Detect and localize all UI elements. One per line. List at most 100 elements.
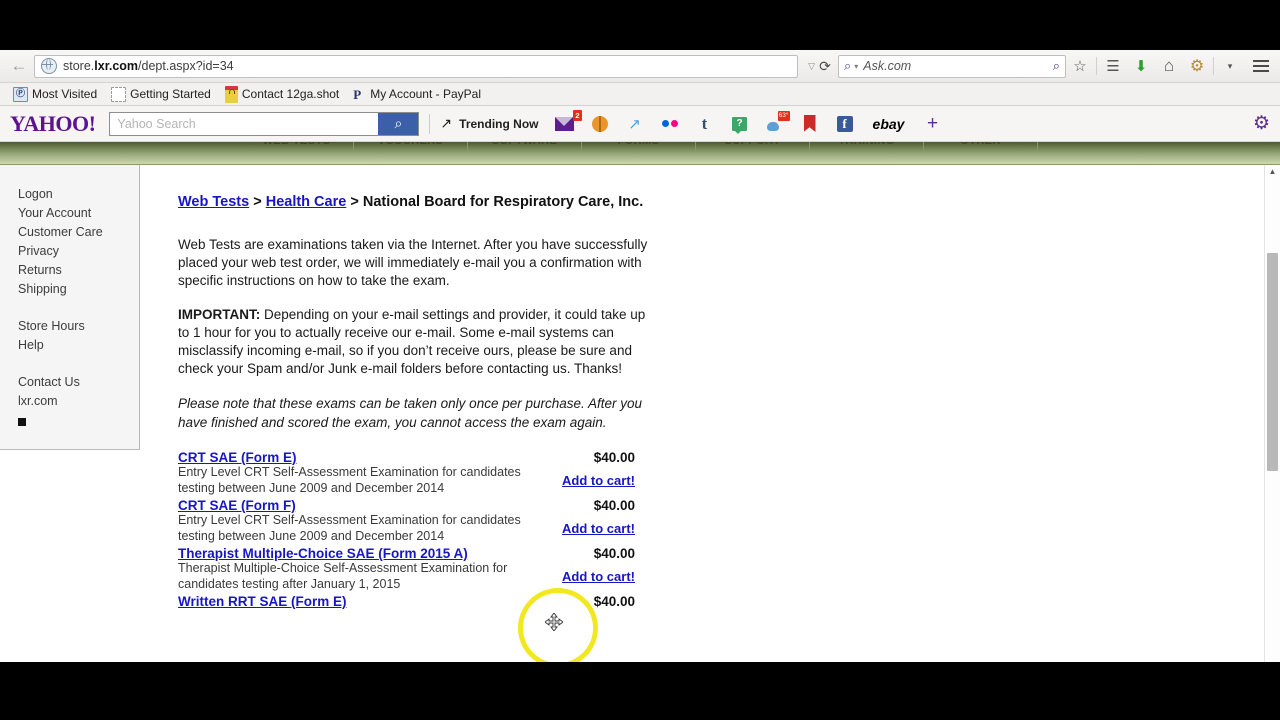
menu-hamburger-icon[interactable] (1248, 60, 1274, 72)
most-visited-icon: Ⓟ (13, 86, 28, 102)
add-to-cart-link[interactable]: Add to cart! (562, 521, 653, 536)
home-icon[interactable]: ⌂ (1155, 56, 1183, 76)
browser-toolbar: ← store.lxr.com/dept.aspx?id=34 ▽ ⟳ ⌕ ▾ … (0, 50, 1280, 83)
sidebar-item-lxr-com[interactable]: lxr.com (18, 392, 139, 411)
trending-now-label: Trending Now (459, 116, 539, 131)
sidebar-item-logon[interactable]: Logon (18, 185, 139, 204)
sidebar-item-your-account[interactable]: Your Account (18, 204, 139, 223)
product-link[interactable]: CRT SAE (Form E) (178, 450, 297, 465)
add-to-cart-link[interactable]: Add to cart! (562, 569, 653, 584)
sidebar-item-help[interactable]: Help (18, 336, 139, 355)
url-path: /dept.aspx?id=34 (138, 59, 234, 73)
toolbar-divider (1096, 57, 1097, 75)
bookmark-label: My Account - PayPal (370, 87, 481, 101)
product-link[interactable]: Written RRT SAE (Form E) (178, 594, 347, 609)
sidebar-item-shipping[interactable]: Shipping (18, 280, 139, 299)
important-label: IMPORTANT: (178, 307, 261, 322)
yahoo-search-button[interactable]: ⌕ (378, 112, 419, 135)
nav-item-training[interactable]: TRAINING (810, 142, 924, 152)
nav-item-other[interactable]: OTHER (924, 142, 1038, 152)
bookmark-star-icon[interactable]: ☆ (1066, 57, 1094, 75)
mail-badge: 2 (573, 109, 582, 121)
address-bar[interactable]: store.lxr.com/dept.aspx?id=34 (34, 54, 799, 78)
sidebar-item-contact-us[interactable]: Contact Us (18, 373, 139, 392)
product-item: CRT SAE (Form F) $40.00 Entry Level CRT … (178, 498, 653, 544)
downloads-icon[interactable]: ⬇ (1127, 57, 1155, 75)
ebay-icon[interactable]: ebay (870, 114, 908, 134)
yahoo-finance-icon[interactable]: ↗ (625, 114, 645, 134)
page-scrollbar[interactable]: ▲ (1264, 165, 1280, 662)
address-bar-url: store.lxr.com/dept.aspx?id=34 (63, 59, 234, 73)
yahoo-sports-icon[interactable] (590, 114, 610, 134)
yahoo-weather-icon[interactable]: 63° (765, 110, 790, 134)
breadcrumb-link-health-care[interactable]: Health Care (266, 194, 347, 210)
product-item: CRT SAE (Form E) $40.00 Entry Level CRT … (178, 450, 653, 496)
yahoo-divider (429, 113, 431, 134)
product-price: $40.00 (593, 498, 635, 513)
reload-button[interactable]: ⟳ (815, 58, 835, 75)
sidebar-item-customer-care[interactable]: Customer Care (18, 223, 139, 242)
tumblr-icon[interactable]: t (695, 114, 715, 134)
addon-gear-icon[interactable]: ⚙ (1183, 56, 1211, 76)
browser-window: ← store.lxr.com/dept.aspx?id=34 ▽ ⟳ ⌕ ▾ … (0, 50, 1280, 662)
bookmark-most-visited[interactable]: Ⓟ Most Visited (8, 86, 102, 102)
product-title-row: Therapist Multiple-Choice SAE (Form 2015… (178, 546, 653, 561)
product-item: Written RRT SAE (Form E) $40.00 (178, 594, 653, 609)
trend-line-icon: ↗ (440, 115, 453, 131)
globe-icon (41, 58, 57, 74)
product-price: $40.00 (593, 594, 635, 609)
breadcrumb-link-web-tests[interactable]: Web Tests (178, 194, 249, 210)
nav-item-vouchers[interactable]: VOUCHERS (354, 142, 468, 152)
bookmarks-bar: Ⓟ Most Visited Getting Started Contact 1… (0, 83, 1280, 106)
yahoo-search-box[interactable]: ⌕ (109, 111, 420, 136)
bookmark-contact-12ga[interactable]: Contact 12ga.shot (220, 85, 344, 103)
bookmark-label: Most Visited (32, 87, 98, 101)
product-link[interactable]: Therapist Multiple-Choice SAE (Form 2015… (178, 546, 468, 561)
yahoo-settings-gear-icon[interactable]: ⚙ (1253, 112, 1270, 135)
back-arrow-icon: ← (10, 56, 28, 75)
nav-item-web-tests[interactable]: WEB TESTS (240, 142, 354, 152)
bookmark-label: Getting Started (130, 87, 211, 101)
address-dropdown-icon[interactable]: ▽ (808, 61, 815, 72)
add-app-icon[interactable]: + (923, 113, 943, 134)
nav-item-forms[interactable]: FORMS (582, 142, 696, 152)
browser-search-bar[interactable]: ⌕ ▾ Ask.com ⌕ (838, 54, 1066, 78)
sidebar-item-returns[interactable]: Returns (18, 261, 139, 280)
back-button[interactable]: ← (6, 53, 32, 79)
important-paragraph: IMPORTANT: Depending on your e-mail sett… (178, 306, 653, 378)
bookmark-paypal[interactable]: P My Account - PayPal (348, 87, 486, 101)
product-desc-row: Entry Level CRT Self-Assessment Examinat… (178, 513, 653, 544)
weather-badge: 63° (777, 110, 790, 121)
search-engine-label: Ask.com (863, 59, 912, 73)
page-body: Logon Your Account Customer Care Privacy… (0, 165, 1280, 662)
nav-item-software[interactable]: SOFTWARE (468, 142, 582, 152)
product-title-row: Written RRT SAE (Form E) $40.00 (178, 594, 653, 609)
product-link[interactable]: CRT SAE (Form F) (178, 498, 296, 513)
sidebar: Logon Your Account Customer Care Privacy… (0, 165, 140, 450)
product-description: Entry Level CRT Self-Assessment Examinat… (178, 513, 521, 543)
overflow-caret-icon[interactable]: ▾ (1216, 61, 1244, 72)
bookmark-label: Contact 12ga.shot (241, 87, 340, 101)
search-engine-caret-icon[interactable]: ▾ (854, 62, 858, 71)
yahoo-mail-icon[interactable]: 2 (555, 109, 582, 134)
paypal-icon: P (353, 86, 362, 102)
yahoo-search-input[interactable] (110, 112, 379, 135)
add-to-cart-link[interactable]: Add to cart! (562, 473, 653, 488)
yahoo-bookmarks-icon[interactable] (800, 114, 820, 134)
nav-item-support[interactable]: SUPPORT (696, 142, 810, 152)
sidebar-item-privacy[interactable]: Privacy (18, 242, 139, 261)
yahoo-answers-icon[interactable]: ? (730, 114, 750, 134)
search-go-icon[interactable]: ⌕ (1053, 58, 1060, 74)
product-price: $40.00 (593, 450, 635, 465)
trending-now-button[interactable]: ↗ Trending Now (440, 115, 538, 132)
reading-list-icon[interactable]: ☰ (1099, 57, 1127, 75)
scroll-up-button[interactable]: ▲ (1265, 165, 1280, 179)
facebook-icon[interactable]: f (835, 114, 855, 134)
flickr-icon[interactable] (660, 114, 680, 134)
bookmark-getting-started[interactable]: Getting Started (106, 86, 216, 102)
scrollbar-thumb[interactable] (1267, 253, 1278, 471)
yahoo-logo[interactable]: YAHOO! (10, 111, 96, 137)
sidebar-item-store-hours[interactable]: Store Hours (18, 317, 139, 336)
product-price: $40.00 (593, 546, 635, 561)
